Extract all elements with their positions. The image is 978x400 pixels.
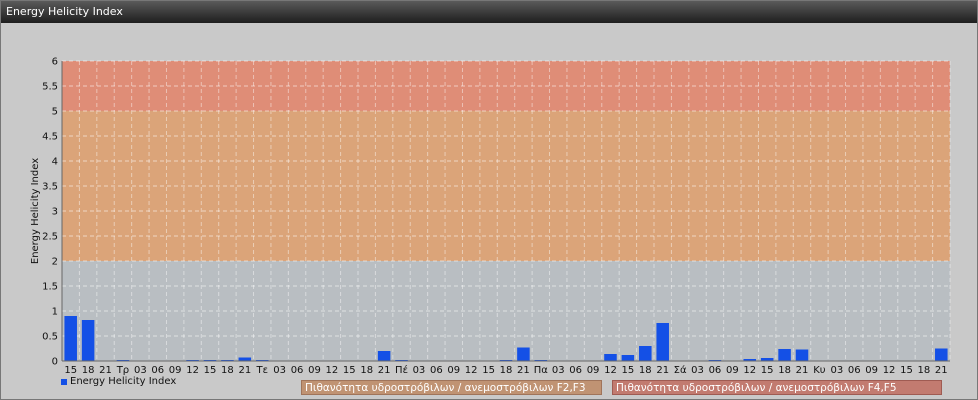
bar xyxy=(778,349,791,361)
x-tick-label: 21 xyxy=(656,365,669,376)
x-tick-label: 03 xyxy=(273,365,286,376)
y-axis-label: Energy Helicity Index xyxy=(30,158,41,264)
x-tick-label: 18 xyxy=(500,365,513,376)
x-tick-label: 12 xyxy=(326,365,339,376)
x-tick-label: 15 xyxy=(900,365,913,376)
x-tick-label: 06 xyxy=(848,365,861,376)
bar xyxy=(604,354,617,361)
y-tick-label: 0.5 xyxy=(42,332,58,343)
x-tick-label: 18 xyxy=(918,365,931,376)
x-tick-label: 03 xyxy=(691,365,704,376)
y-tick-label: 4.5 xyxy=(42,132,58,143)
x-tick-label: Πέ xyxy=(395,364,408,376)
x-tick-label: 06 xyxy=(291,365,304,376)
x-tick-label: 21 xyxy=(99,365,112,376)
x-tick-label: 15 xyxy=(343,365,356,376)
bar xyxy=(377,351,391,361)
x-tick-label: 06 xyxy=(569,365,582,376)
x-tick-label: 09 xyxy=(447,365,460,376)
x-tick-label: 09 xyxy=(726,365,739,376)
x-tick-label: 06 xyxy=(430,365,443,376)
x-tick-label: 03 xyxy=(134,365,147,376)
x-tick-label: 15 xyxy=(761,365,774,376)
bar xyxy=(64,316,77,361)
x-tick-label: 15 xyxy=(482,365,495,376)
x-tick-label: Σά xyxy=(674,364,687,376)
y-tick-label: 5 xyxy=(52,107,58,118)
y-tick-label: 5.5 xyxy=(42,82,58,93)
bar xyxy=(238,357,252,361)
bar xyxy=(621,355,635,361)
x-tick-label: 12 xyxy=(743,365,756,376)
x-tick-label: 09 xyxy=(308,365,321,376)
y-tick-label: 2.5 xyxy=(42,232,58,243)
x-tick-label: 12 xyxy=(186,365,199,376)
y-tick-label: 1.5 xyxy=(42,282,58,293)
x-tick-label: Κυ xyxy=(813,365,826,376)
x-tick-label: Τρ xyxy=(116,365,129,376)
x-tick-label: 21 xyxy=(796,365,809,376)
x-tick-label: 12 xyxy=(883,365,896,376)
x-tick-label: 06 xyxy=(151,365,164,376)
x-tick-label: 21 xyxy=(517,365,530,376)
x-tick-label: 03 xyxy=(830,365,843,376)
x-tick-label: 18 xyxy=(82,365,95,376)
bar xyxy=(639,346,652,361)
x-tick-label: 06 xyxy=(709,365,722,376)
x-tick-label: 09 xyxy=(169,365,182,376)
x-tick-label: 15 xyxy=(622,365,635,376)
legend-label: Energy Helicity Index xyxy=(70,376,177,387)
legend: Energy Helicity Index xyxy=(61,376,176,387)
x-tick-label: 18 xyxy=(221,365,234,376)
x-tick-label: 18 xyxy=(778,365,791,376)
x-tick-label: 12 xyxy=(465,365,478,376)
x-tick-label: 03 xyxy=(413,365,426,376)
x-tick-label: 21 xyxy=(238,365,251,376)
bar xyxy=(656,323,669,361)
y-tick-label: 0 xyxy=(52,357,58,368)
chart-window: Energy Helicity Index 0 0.5 1 1.5 2 2.5 3 3.5 4 4… xyxy=(0,0,978,400)
bar xyxy=(795,349,809,361)
y-tick-label: 2 xyxy=(52,257,58,268)
x-tick-label: Τε xyxy=(255,365,268,376)
y-tick-label: 3.5 xyxy=(42,182,58,193)
x-tick-label: 09 xyxy=(865,365,878,376)
x-tick-label: 18 xyxy=(360,365,373,376)
y-tick-label: 3 xyxy=(52,207,58,218)
band-label-f4-f5: Πιθανότητα υδροστρόβιλων / ανεμοστρόβιλω… xyxy=(612,380,942,395)
x-tick-label: 09 xyxy=(587,365,600,376)
x-tick-label: Πα xyxy=(534,365,549,376)
x-tick-label: 21 xyxy=(935,365,948,376)
ehi-bar-chart: 0 0.5 1 1.5 2 2.5 3 3.5 4 4.5 5 5.5 6 Energy Helicity… xyxy=(30,57,951,376)
x-tick-label: 03 xyxy=(552,365,565,376)
band-label-f2-f3: Πιθανότητα υδροστρόβιλων / ανεμοστρόβιλω… xyxy=(301,380,602,395)
x-tick-label: 21 xyxy=(378,365,391,376)
x-tick-label: 18 xyxy=(639,365,652,376)
bar xyxy=(81,320,95,361)
x-tick-label: 12 xyxy=(604,365,617,376)
x-tick-label: 15 xyxy=(204,365,217,376)
window-title: Energy Helicity Index xyxy=(1,1,977,23)
x-tick-label: 15 xyxy=(64,365,77,376)
legend-swatch xyxy=(61,378,67,385)
y-tick-label: 4 xyxy=(52,157,58,168)
bar xyxy=(935,348,948,361)
bar xyxy=(517,347,530,361)
y-tick-label: 1 xyxy=(52,307,58,318)
chart-area: 0 0.5 1 1.5 2 2.5 3 3.5 4 4.5 5 5.5 6 Energy Helicity… xyxy=(2,24,977,399)
y-tick-label: 6 xyxy=(52,57,58,68)
